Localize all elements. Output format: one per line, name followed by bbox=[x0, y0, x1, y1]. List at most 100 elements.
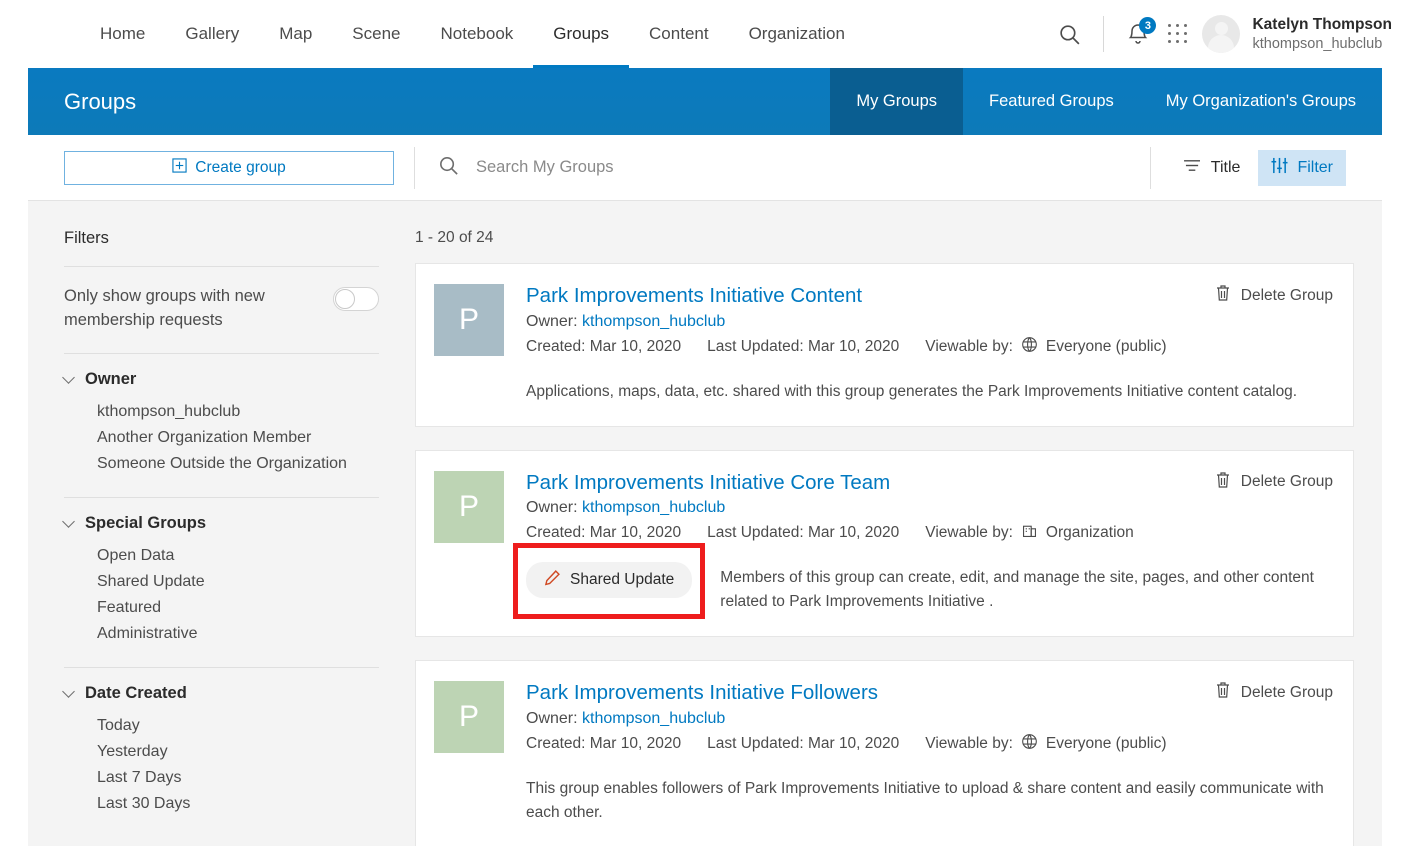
nav-divider bbox=[1103, 16, 1104, 52]
tab-my-groups[interactable]: My Groups bbox=[830, 68, 963, 135]
notification-count-badge: 3 bbox=[1139, 17, 1156, 34]
badge-and-description-row: Shared Update Members of this group can c… bbox=[526, 562, 1331, 614]
owner-link[interactable]: kthompson_hubclub bbox=[582, 499, 725, 516]
trash-icon bbox=[1215, 681, 1231, 704]
tab-featured-groups[interactable]: Featured Groups bbox=[963, 68, 1140, 135]
groups-toolbar: Create group Title bbox=[28, 135, 1382, 201]
nav-link-scene[interactable]: Scene bbox=[332, 0, 420, 68]
updated-date: Last Updated: Mar 10, 2020 bbox=[707, 735, 899, 753]
nav-link-gallery[interactable]: Gallery bbox=[165, 0, 259, 68]
user-info[interactable]: Katelyn Thompson kthompson_hubclub bbox=[1252, 15, 1392, 53]
group-card-body: Park Improvements Initiative Followers Ow… bbox=[526, 681, 1331, 825]
group-title-link[interactable]: Park Improvements Initiative Content bbox=[526, 284, 1331, 309]
search-input[interactable] bbox=[476, 158, 896, 177]
avatar[interactable] bbox=[1202, 15, 1240, 53]
page-title: Groups bbox=[28, 68, 830, 135]
delete-group-label: Delete Group bbox=[1241, 473, 1333, 491]
search-icon[interactable] bbox=[1049, 14, 1089, 54]
owner-link[interactable]: kthompson_hubclub bbox=[582, 710, 725, 727]
facet-special-groups: Special Groups Open DataShared UpdateFeat… bbox=[64, 498, 379, 653]
viewable-value: Everyone (public) bbox=[1046, 338, 1167, 356]
user-handle: kthompson_hubclub bbox=[1252, 35, 1392, 54]
shared-update-badge[interactable]: Shared Update bbox=[526, 562, 692, 598]
viewable-value: Everyone (public) bbox=[1046, 735, 1167, 753]
results-panel: 1 - 20 of 24 PPark Improvements Initiati… bbox=[415, 201, 1382, 846]
top-nav-right-controls: 3 Katelyn Thompson kthompson_hubclub bbox=[1049, 0, 1392, 68]
facet-header[interactable]: Date Created bbox=[64, 684, 379, 703]
tab-my-organization-s-groups[interactable]: My Organization's Groups bbox=[1140, 68, 1382, 135]
facet-item[interactable]: Featured bbox=[64, 595, 379, 621]
facet-list: Owner kthompson_hubclubAnother Organizati… bbox=[64, 354, 379, 823]
facet-item[interactable]: Someone Outside the Organization bbox=[64, 451, 379, 477]
filters-sidebar: Filters Only show groups with new member… bbox=[28, 201, 415, 846]
chevron-down-icon bbox=[62, 515, 75, 528]
group-owner-line: Owner: kthompson_hubclub bbox=[526, 710, 1331, 728]
group-thumbnail[interactable]: P bbox=[434, 681, 504, 753]
toolbar-divider bbox=[414, 147, 415, 189]
facet-item[interactable]: Shared Update bbox=[64, 569, 379, 595]
owner-prefix: Owner: bbox=[526, 499, 578, 516]
search-icon[interactable] bbox=[437, 154, 460, 182]
notifications-bell-icon[interactable]: 3 bbox=[1118, 14, 1158, 54]
facet-item[interactable]: Last 30 Days bbox=[64, 791, 379, 817]
plus-square-icon bbox=[172, 158, 187, 178]
sort-label: Title bbox=[1211, 159, 1241, 177]
create-group-button[interactable]: Create group bbox=[64, 151, 394, 185]
groups-tabs: My GroupsFeatured GroupsMy Organization'… bbox=[830, 68, 1382, 135]
facet-owner: Owner kthompson_hubclubAnother Organizati… bbox=[64, 354, 379, 483]
top-navigation-bar: HomeGalleryMapSceneNotebookGroupsContent… bbox=[0, 0, 1410, 68]
group-title-link[interactable]: Park Improvements Initiative Core Team bbox=[526, 471, 1331, 496]
facet-header[interactable]: Special Groups bbox=[64, 514, 379, 533]
group-card-body: Park Improvements Initiative Core Team Ow… bbox=[526, 471, 1331, 615]
owner-link[interactable]: kthompson_hubclub bbox=[582, 313, 725, 330]
delete-group-button[interactable]: Delete Group bbox=[1215, 284, 1333, 307]
created-date: Created: Mar 10, 2020 bbox=[526, 524, 681, 542]
sort-button[interactable]: Title bbox=[1173, 152, 1251, 184]
group-owner-line: Owner: kthompson_hubclub bbox=[526, 313, 1331, 331]
group-meta-line: Created: Mar 10, 2020Last Updated: Mar 1… bbox=[526, 522, 1331, 544]
filter-label: Filter bbox=[1297, 159, 1333, 177]
globe-icon bbox=[1021, 733, 1038, 755]
membership-requests-toggle[interactable] bbox=[333, 287, 379, 311]
viewable-by: Viewable by:Organization bbox=[925, 522, 1134, 544]
updated-date: Last Updated: Mar 10, 2020 bbox=[707, 338, 899, 356]
app-launcher-grid-icon[interactable] bbox=[1168, 24, 1188, 44]
nav-link-content[interactable]: Content bbox=[629, 0, 729, 68]
group-description: Members of this group can create, edit, … bbox=[720, 566, 1331, 614]
facet-header[interactable]: Owner bbox=[64, 370, 379, 389]
trash-icon bbox=[1215, 471, 1231, 494]
membership-requests-filter-row: Only show groups with new membership req… bbox=[64, 267, 379, 353]
nav-link-home[interactable]: Home bbox=[80, 0, 165, 68]
delete-group-button[interactable]: Delete Group bbox=[1215, 471, 1333, 494]
nav-link-notebook[interactable]: Notebook bbox=[421, 0, 534, 68]
primary-nav: HomeGalleryMapSceneNotebookGroupsContent… bbox=[80, 0, 865, 68]
facet-date-created: Date Created TodayYesterdayLast 7 DaysLas… bbox=[64, 668, 379, 823]
group-title-link[interactable]: Park Improvements Initiative Followers bbox=[526, 681, 1331, 706]
facet-item[interactable]: Another Organization Member bbox=[64, 425, 379, 451]
group-thumbnail[interactable]: P bbox=[434, 284, 504, 356]
group-thumbnail[interactable]: P bbox=[434, 471, 504, 543]
facet-item[interactable]: kthompson_hubclub bbox=[64, 399, 379, 425]
group-description: Applications, maps, data, etc. shared wi… bbox=[526, 380, 1326, 404]
filter-button[interactable]: Filter bbox=[1258, 150, 1346, 186]
facet-item[interactable]: Open Data bbox=[64, 543, 379, 569]
nav-link-map[interactable]: Map bbox=[259, 0, 332, 68]
facet-item[interactable]: Last 7 Days bbox=[64, 765, 379, 791]
create-group-label: Create group bbox=[195, 159, 285, 177]
created-date: Created: Mar 10, 2020 bbox=[526, 338, 681, 356]
group-card: P Park Improvements Initiative Core Team O… bbox=[415, 450, 1354, 638]
facet-item[interactable]: Administrative bbox=[64, 621, 379, 647]
nav-link-groups[interactable]: Groups bbox=[533, 0, 629, 68]
group-meta-line: Created: Mar 10, 2020 Last Updated: Mar 1… bbox=[526, 733, 1331, 755]
group-description: This group enables followers of Park Imp… bbox=[526, 777, 1326, 825]
nav-link-organization[interactable]: Organization bbox=[729, 0, 865, 68]
chevron-down-icon bbox=[62, 685, 75, 698]
facet-item[interactable]: Today bbox=[64, 713, 379, 739]
viewable-by: Viewable by:Everyone (public) bbox=[925, 336, 1166, 358]
group-card: P Park Improvements Initiative Followers O… bbox=[415, 660, 1354, 846]
facet-item[interactable]: Yesterday bbox=[64, 739, 379, 765]
created-date: Created: Mar 10, 2020 bbox=[526, 735, 681, 753]
sort-lines-icon bbox=[1183, 158, 1202, 178]
delete-group-button[interactable]: Delete Group bbox=[1215, 681, 1333, 704]
trash-icon bbox=[1215, 284, 1231, 307]
